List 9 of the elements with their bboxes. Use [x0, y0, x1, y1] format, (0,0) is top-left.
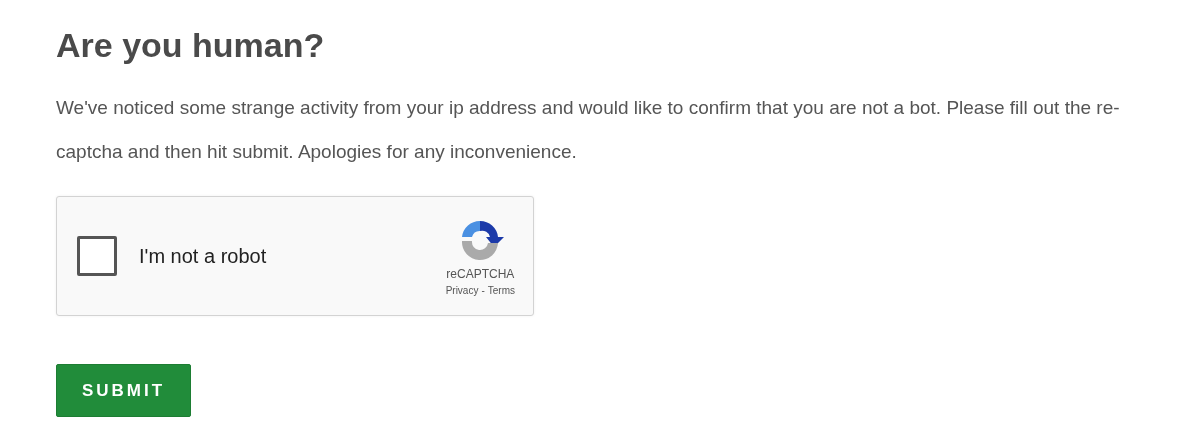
message-paragraph: We've noticed some strange activity from your ip address and would like to confirm that you are not a bot. Please fill out the re-captcha and then hit submit. Apologies for any inconvenience.	[56, 96, 1121, 164]
submit-button[interactable]: SUBMIT	[56, 364, 191, 417]
page-heading: Are you human?	[56, 25, 326, 66]
privacy-link[interactable]: Privacy	[445, 284, 479, 296]
checkbox-label: I'm not a robot	[139, 244, 268, 268]
brand-name: reCAPTCHA	[446, 266, 515, 281]
checkbox[interactable]	[77, 236, 117, 276]
link-separator: -	[481, 284, 485, 296]
terms-link[interactable]: Terms	[487, 284, 515, 296]
